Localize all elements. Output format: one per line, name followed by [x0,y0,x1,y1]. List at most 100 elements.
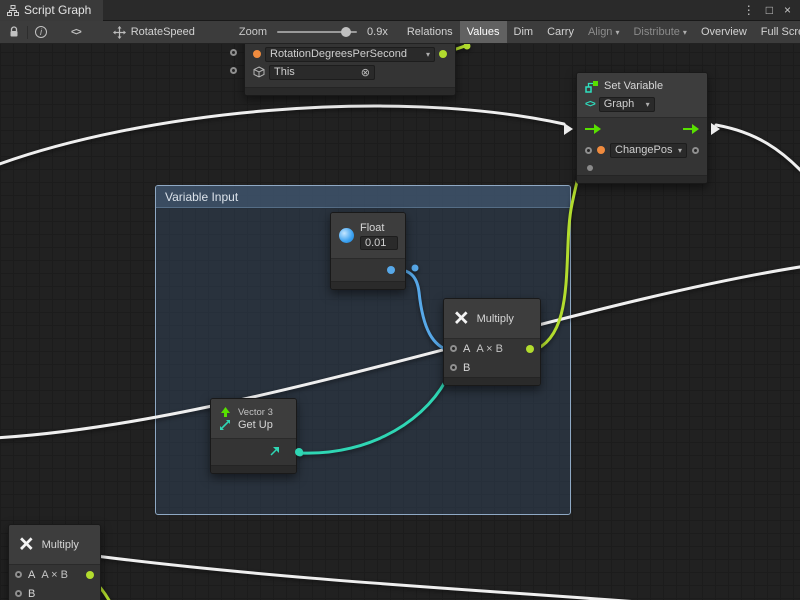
node-float[interactable]: Float 0.01 [330,212,406,290]
script-graph-icon [7,5,19,16]
zoom-slider-handle[interactable] [341,27,351,37]
group-title: Variable Input [165,190,238,204]
node-header[interactable]: × Multiply [9,525,100,565]
variable-value: ChangePos [615,144,673,156]
wire-flow-out[interactable] [716,125,800,176]
zoom-value: 0.9x [367,26,388,38]
target-field[interactable]: This ⊗ [269,65,375,80]
node-footer [211,465,296,473]
node-title: Multiply [477,313,514,325]
float-value: 0.01 [365,237,386,249]
node-header[interactable]: × Multiply [444,299,540,339]
port-output[interactable] [295,448,303,456]
button-align[interactable]: Align ▾ [581,21,626,44]
float-type-icon [339,228,354,243]
edit-graph-icon[interactable]: <> [71,27,81,38]
node-footer [331,281,405,289]
multiply-icon: × [19,532,34,557]
group-header[interactable]: Variable Input [156,186,570,208]
graph-scope-icon: <> [585,99,595,110]
node-get-up[interactable]: Vector 3 Get Up [210,398,297,474]
set-variable-icon [585,80,599,93]
vector-up-icon [220,406,231,418]
graph-canvas[interactable]: Variable Input RotationDegreesPerSecond … [0,0,800,600]
variable-dropdown[interactable]: ChangePos ▾ [610,143,687,158]
port-output[interactable] [692,147,699,154]
chevron-down-icon: ▾ [646,100,650,109]
multiply-icon: × [454,306,469,331]
button-values[interactable]: Values [460,21,507,44]
zoom-label: Zoom [239,26,267,38]
button-relations[interactable]: Relations [400,21,460,44]
script-machine-icon [113,26,126,39]
button-full-screen[interactable]: Full Screen [754,21,800,44]
port-input-a[interactable] [15,571,22,578]
port-input-a[interactable] [450,345,457,352]
port-label: A × B [41,569,68,581]
chevron-down-icon: ▾ [426,50,430,59]
close-icon[interactable]: × [784,3,791,17]
chevron-down-icon: ▾ [683,21,687,44]
window-titlebar[interactable]: Script Graph ⋮ □ × [0,0,800,21]
flow-out-arrow-icon [683,124,699,134]
chevron-down-icon: ▾ [678,146,682,155]
node-multiply-bottom[interactable]: × Multiply A A × B B [8,524,101,600]
info-icon[interactable]: i [35,26,47,38]
wire-flow-in[interactable] [0,106,564,166]
zoom-slider[interactable] [277,31,357,33]
node-multiply[interactable]: × Multiply A A × B B [443,298,541,386]
port-value-input[interactable] [587,165,593,171]
graph-name-label: RotateSpeed [131,26,195,38]
graph-toolbar: i <> RotateSpeed Zoom 0.9x Relations Val… [0,21,800,44]
port-input-b[interactable] [15,590,22,597]
button-dim[interactable]: Dim [507,21,541,44]
node-type-label: Vector 3 [238,407,273,418]
node-title: Get Up [238,419,273,431]
port-output[interactable] [86,571,94,579]
port-output[interactable] [526,345,534,353]
port-output[interactable] [439,50,447,58]
flow-input-port[interactable] [564,123,573,135]
node-header[interactable]: Vector 3 Get Up [211,399,296,439]
node-header[interactable]: Set Variable <> Graph ▾ [577,73,707,118]
kebab-menu-icon[interactable]: ⋮ [743,3,755,17]
variable-type-icon [597,146,605,154]
tab-script-graph[interactable]: Script Graph [0,0,103,21]
node-set-variable[interactable]: Set Variable <> Graph ▾ [576,72,708,184]
normalize-arrows-icon [219,419,231,431]
dropdown-value: RotationDegreesPerSecond [270,48,407,60]
node-header[interactable]: Float 0.01 [331,213,405,259]
chevron-down-icon: ▾ [615,21,619,44]
gameobject-cube-icon [253,66,265,78]
button-overview[interactable]: Overview [694,21,754,44]
node-title: Set Variable [604,80,663,92]
port-label: A [28,569,35,581]
button-distribute[interactable]: Distribute ▾ [626,21,693,44]
node-title: Float [360,222,398,234]
scope-dropdown[interactable]: Graph ▾ [599,97,655,112]
port-input-b[interactable] [450,364,457,371]
lock-icon[interactable] [8,26,20,38]
port-label: A [463,343,470,355]
variable-name-dropdown[interactable]: RotationDegreesPerSecond ▾ [265,47,435,62]
flow-output-port[interactable] [711,123,720,135]
target-value: This [274,66,295,78]
node-title: Multiply [42,539,79,551]
port-output[interactable] [387,266,395,274]
port-input[interactable] [230,67,237,74]
flow-in-arrow-icon [585,124,601,134]
port-input[interactable] [585,147,592,154]
wire-value-cross-bottom[interactable] [96,556,690,600]
port-label: B [463,362,470,374]
button-carry[interactable]: Carry [540,21,581,44]
object-picker-icon[interactable]: ⊗ [361,66,370,79]
divider [27,26,28,39]
port-label: B [28,588,35,600]
scope-value: Graph [604,98,635,110]
port-input[interactable] [230,49,237,56]
node-footer [444,377,540,385]
maximize-icon[interactable]: □ [766,3,773,17]
float-value-field[interactable]: 0.01 [360,236,398,250]
window-title: Script Graph [24,3,91,17]
node-footer [245,87,455,95]
